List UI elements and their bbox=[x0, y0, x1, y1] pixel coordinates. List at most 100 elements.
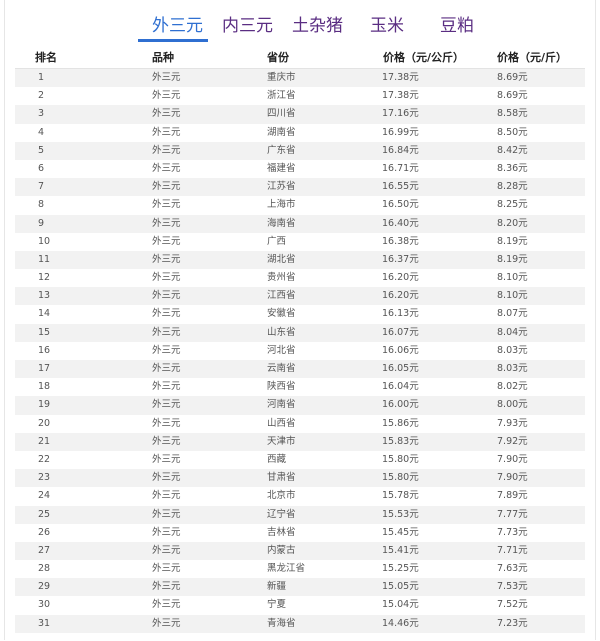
price-kg-cell: 15.80元 bbox=[382, 472, 419, 484]
variety-cell: 外三元 bbox=[152, 417, 181, 429]
price-jin-cell: 7.63元 bbox=[497, 563, 528, 575]
variety-cell: 外三元 bbox=[152, 363, 181, 374]
header-variety: 品种 bbox=[152, 51, 174, 64]
price-jin-cell: 7.53元 bbox=[497, 581, 528, 593]
table-row: 22 外三元 西藏 15.80元 7.90元 bbox=[15, 451, 585, 469]
price-jin-cell: 7.89元 bbox=[497, 490, 528, 502]
price-kg-cell: 16.40元 bbox=[382, 217, 419, 229]
price-jin-cell: 8.10元 bbox=[497, 272, 528, 284]
province-cell: 内蒙古 bbox=[267, 544, 296, 556]
table-row: 27 外三元 内蒙古 15.41元 7.71元 bbox=[15, 541, 585, 561]
price-jin-cell: 8.69元 bbox=[497, 90, 528, 102]
rank-cell: 31 bbox=[38, 617, 51, 629]
price-kg-cell: 16.37元 bbox=[382, 253, 419, 265]
variety-cell: 外三元 bbox=[152, 235, 181, 247]
table-row: 15 外三元 山东省 16.07元 8.04元 bbox=[15, 323, 585, 342]
table-row: 13 外三元 江西省 16.20元 8.10元 bbox=[15, 287, 585, 306]
table-row: 8 外三元 上海市 16.50元 8.25元 bbox=[15, 196, 585, 214]
rank-cell: 14 bbox=[38, 308, 51, 320]
price-kg-cell: 16.55元 bbox=[382, 181, 419, 193]
price-kg-cell: 15.78元 bbox=[382, 490, 419, 502]
rank-cell: 30 bbox=[38, 599, 51, 611]
variety-cell: 外三元 bbox=[152, 90, 181, 102]
table-row: 18 外三元 陕西省 16.04元 8.02元 bbox=[15, 378, 585, 396]
province-cell: 湖北省 bbox=[267, 253, 296, 265]
province-cell: 山西省 bbox=[267, 417, 296, 429]
table-header: 排名 品种 省份 价格（元/公斤） 价格（元/斤） bbox=[15, 48, 585, 69]
tab-yu-mi[interactable]: 玉米 bbox=[370, 15, 404, 37]
price-jin-cell: 8.19元 bbox=[497, 253, 528, 265]
price-jin-cell: 8.69元 bbox=[497, 72, 528, 83]
table-row: 7 外三元 江苏省 16.55元 8.28元 bbox=[15, 178, 585, 197]
price-kg-cell: 16.20元 bbox=[382, 290, 419, 302]
table-row: 28 外三元 黑龙江省 15.25元 7.63元 bbox=[15, 560, 585, 578]
rank-cell: 9 bbox=[38, 217, 45, 229]
rank-cell: 5 bbox=[38, 144, 45, 156]
price-jin-cell: 7.93元 bbox=[497, 417, 528, 429]
price-jin-cell: 7.71元 bbox=[497, 544, 528, 556]
province-cell: 云南省 bbox=[267, 363, 296, 374]
tab-dou-po[interactable]: 豆粕 bbox=[440, 15, 474, 37]
price-kg-cell: 16.05元 bbox=[382, 363, 419, 374]
province-cell: 陕西省 bbox=[267, 381, 296, 393]
price-jin-cell: 8.19元 bbox=[497, 235, 528, 247]
rank-cell: 23 bbox=[38, 472, 51, 484]
variety-cell: 外三元 bbox=[152, 490, 181, 502]
price-jin-cell: 7.77元 bbox=[497, 508, 528, 520]
province-cell: 宁夏 bbox=[267, 599, 287, 611]
variety-cell: 外三元 bbox=[152, 308, 181, 320]
price-jin-cell: 8.36元 bbox=[497, 162, 528, 174]
price-kg-cell: 17.38元 bbox=[382, 90, 419, 102]
variety-cell: 外三元 bbox=[152, 217, 181, 229]
table-row: 16 外三元 河北省 16.06元 8.03元 bbox=[15, 342, 585, 360]
province-cell: 福建省 bbox=[267, 162, 296, 174]
province-cell: 辽宁省 bbox=[267, 508, 296, 520]
variety-cell: 外三元 bbox=[152, 508, 181, 520]
variety-cell: 外三元 bbox=[152, 544, 181, 556]
table-row: 23 外三元 甘肃省 15.80元 7.90元 bbox=[15, 469, 585, 488]
variety-cell: 外三元 bbox=[152, 526, 181, 538]
price-ranking-table: 排名 品种 省份 价格（元/公斤） 价格（元/斤） 1 外三元 重庆市 17.38元 8… bbox=[15, 48, 585, 633]
table-row: 20 外三元 山西省 15.86元 7.93元 bbox=[15, 415, 585, 433]
rank-cell: 25 bbox=[38, 508, 51, 520]
price-kg-cell: 16.99元 bbox=[382, 126, 419, 138]
table-row: 14 外三元 安徽省 16.13元 8.07元 bbox=[15, 305, 585, 323]
table-row: 9 外三元 海南省 16.40元 8.20元 bbox=[15, 214, 585, 233]
variety-cell: 外三元 bbox=[152, 162, 181, 174]
header-rank: 排名 bbox=[35, 51, 57, 64]
rank-cell: 6 bbox=[38, 162, 45, 174]
table-row: 24 外三元 北京市 15.78元 7.89元 bbox=[15, 487, 585, 505]
province-cell: 天津市 bbox=[267, 435, 296, 447]
table-row: 2 外三元 浙江省 17.38元 8.69元 bbox=[15, 87, 585, 105]
province-cell: 广西 bbox=[267, 235, 287, 247]
variety-cell: 外三元 bbox=[152, 599, 181, 611]
rank-cell: 21 bbox=[38, 435, 51, 447]
price-jin-cell: 7.52元 bbox=[497, 599, 528, 611]
tab-nei-san-yuan[interactable]: 内三元 bbox=[222, 15, 273, 37]
variety-cell: 外三元 bbox=[152, 617, 181, 629]
province-cell: 西藏 bbox=[267, 453, 287, 465]
header-price-per-kg: 价格（元/公斤） bbox=[383, 51, 465, 64]
rank-cell: 11 bbox=[38, 253, 51, 265]
province-cell: 贵州省 bbox=[267, 272, 296, 284]
rank-cell: 22 bbox=[38, 453, 51, 465]
province-cell: 北京市 bbox=[267, 490, 296, 502]
variety-cell: 外三元 bbox=[152, 108, 181, 120]
price-jin-cell: 8.10元 bbox=[497, 290, 528, 302]
price-jin-cell: 7.90元 bbox=[497, 472, 528, 484]
variety-cell: 外三元 bbox=[152, 290, 181, 302]
table-row: 31 外三元 青海省 14.46元 7.23元 bbox=[15, 614, 585, 633]
price-jin-cell: 7.92元 bbox=[497, 435, 528, 447]
price-kg-cell: 16.71元 bbox=[382, 162, 419, 174]
price-kg-cell: 16.00元 bbox=[382, 399, 419, 411]
rank-cell: 24 bbox=[38, 490, 51, 502]
tab-tu-za-zhu[interactable]: 土杂猪 bbox=[292, 15, 343, 37]
province-cell: 甘肃省 bbox=[267, 472, 296, 484]
province-cell: 安徽省 bbox=[267, 308, 296, 320]
active-tab-underline bbox=[138, 39, 208, 42]
table-row: 11 外三元 湖北省 16.37元 8.19元 bbox=[15, 250, 585, 270]
price-kg-cell: 15.25元 bbox=[382, 563, 419, 575]
tab-wai-san-yuan[interactable]: 外三元 bbox=[152, 15, 203, 37]
table-body: 1 外三元 重庆市 17.38元 8.69元 2 外三元 浙江省 17.38元 8.69元 3 外三元… bbox=[15, 69, 585, 633]
price-jin-cell: 8.50元 bbox=[497, 126, 528, 138]
